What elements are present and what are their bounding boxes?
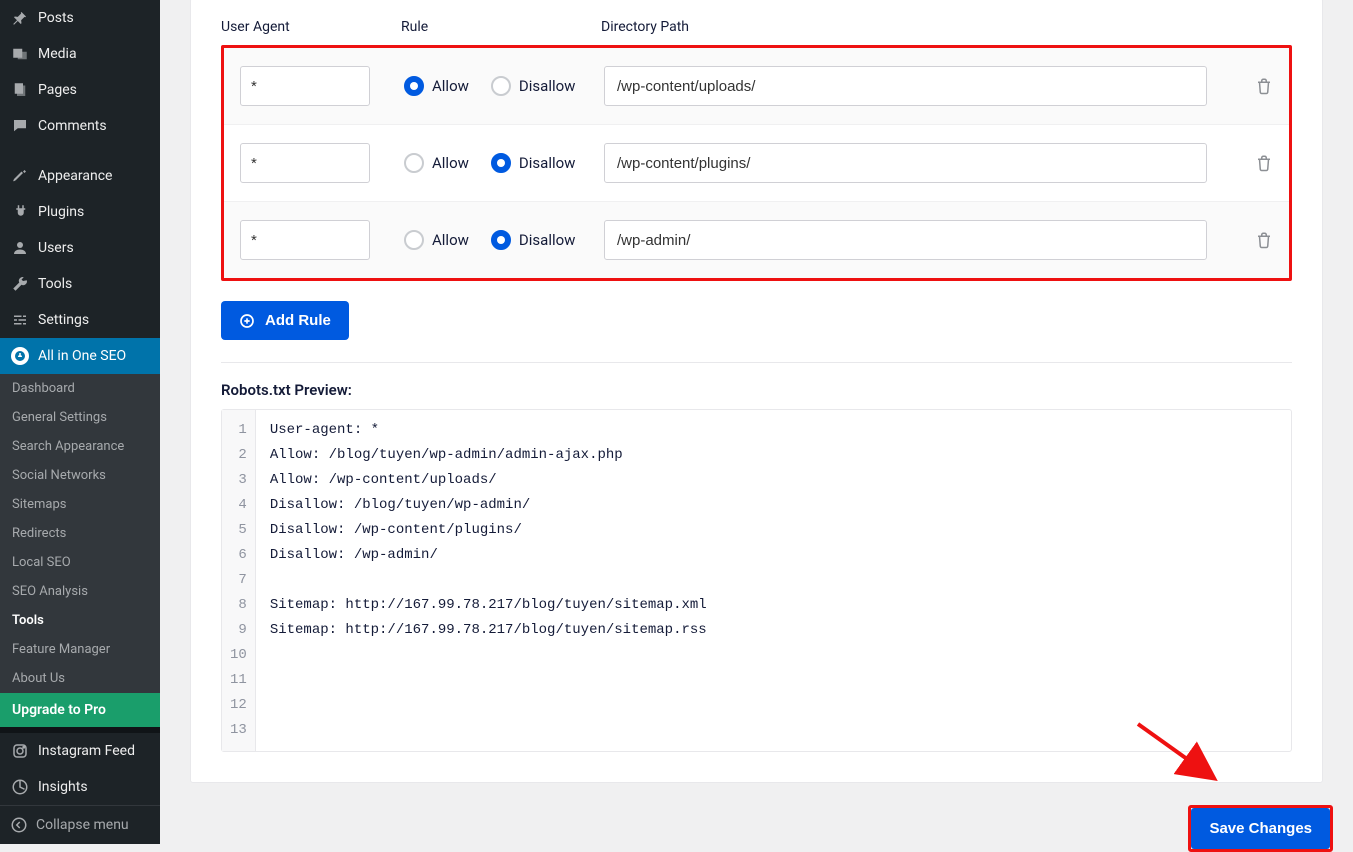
nav-label: Posts: [38, 10, 74, 26]
rule-allow-radio[interactable]: Allow: [404, 153, 469, 173]
nav-pages[interactable]: Pages: [0, 72, 160, 108]
nav-label: All in One SEO: [38, 348, 126, 364]
nav-label: Users: [38, 240, 74, 256]
robots-card: User Agent Rule Directory Path Allow Disa…: [190, 0, 1323, 783]
insights-icon: [10, 777, 30, 797]
rule-disallow-radio[interactable]: Disallow: [491, 76, 576, 96]
submenu-item[interactable]: Feature Manager: [0, 635, 160, 664]
rule-allow-radio[interactable]: Allow: [404, 76, 469, 96]
rule-row: Allow Disallow: [224, 124, 1289, 201]
submenu-item[interactable]: Local SEO: [0, 548, 160, 577]
sliders-icon: [10, 310, 30, 330]
nav-label: Comments: [38, 118, 107, 134]
submenu-item[interactable]: Search Appearance: [0, 432, 160, 461]
rule-disallow-radio[interactable]: Disallow: [491, 153, 576, 173]
nav-instagram-feed[interactable]: Instagram Feed: [0, 733, 160, 769]
line-gutter: 12345678910111213: [222, 410, 256, 751]
nav-comments[interactable]: Comments: [0, 108, 160, 144]
add-rule-button[interactable]: Add Rule: [221, 301, 349, 340]
pages-icon: [10, 80, 30, 100]
nav-appearance[interactable]: Appearance: [0, 158, 160, 194]
directory-path-input[interactable]: [604, 143, 1207, 183]
user-agent-input[interactable]: [240, 220, 370, 260]
nav-label: Insights: [38, 779, 88, 795]
robots-preview: 12345678910111213 User-agent: *Allow: /b…: [221, 409, 1292, 752]
nav-posts[interactable]: Posts: [0, 0, 160, 36]
aioseo-submenu: DashboardGeneral SettingsSearch Appearan…: [0, 374, 160, 693]
nav-media[interactable]: Media: [0, 36, 160, 72]
nav-insights[interactable]: Insights: [0, 769, 160, 805]
rules-table-header: User Agent Rule Directory Path: [221, 19, 1292, 45]
nav-aioseo[interactable]: All in One SEO: [0, 338, 160, 374]
collapse-menu[interactable]: Collapse menu: [0, 805, 160, 844]
media-icon: [10, 44, 30, 64]
instagram-icon: [10, 741, 30, 761]
robots-preview-label: Robots.txt Preview:: [221, 381, 1292, 399]
directory-path-input[interactable]: [604, 220, 1207, 260]
user-agent-input[interactable]: [240, 143, 370, 183]
rule-row: Allow Disallow: [224, 48, 1289, 124]
directory-path-input[interactable]: [604, 66, 1207, 106]
rule-allow-radio[interactable]: Allow: [404, 230, 469, 250]
submenu-item[interactable]: Social Networks: [0, 461, 160, 490]
nav-label: Pages: [38, 82, 77, 98]
save-changes-button[interactable]: Save Changes: [1191, 808, 1330, 849]
nav-plugins[interactable]: Plugins: [0, 194, 160, 230]
submenu-item[interactable]: Tools: [0, 606, 160, 635]
rule-row: Allow Disallow: [224, 201, 1289, 278]
save-changes-highlight: Save Changes: [1188, 805, 1333, 852]
collapse-icon: [10, 816, 28, 834]
col-header-rule: Rule: [401, 19, 601, 35]
nav-settings[interactable]: Settings: [0, 302, 160, 338]
nav-label: Plugins: [38, 204, 84, 220]
pin-icon: [10, 8, 30, 28]
submenu-item[interactable]: About Us: [0, 664, 160, 693]
submenu-item[interactable]: Redirects: [0, 519, 160, 548]
delete-rule-button[interactable]: [1239, 77, 1289, 95]
brush-icon: [10, 166, 30, 186]
nav-users[interactable]: Users: [0, 230, 160, 266]
nav-label: Media: [38, 46, 77, 62]
nav-label: Settings: [38, 312, 89, 328]
submenu-item[interactable]: General Settings: [0, 403, 160, 432]
submenu-item[interactable]: Sitemaps: [0, 490, 160, 519]
upgrade-to-pro[interactable]: Upgrade to Pro: [0, 693, 160, 727]
collapse-label: Collapse menu: [36, 817, 129, 833]
user-icon: [10, 238, 30, 258]
delete-rule-button[interactable]: [1239, 231, 1289, 249]
aioseo-icon: [10, 346, 30, 366]
code-lines: User-agent: *Allow: /blog/tuyen/wp-admin…: [256, 410, 721, 751]
delete-rule-button[interactable]: [1239, 154, 1289, 172]
nav-label: Tools: [38, 276, 72, 292]
nav-label: Instagram Feed: [38, 743, 135, 759]
col-header-user-agent: User Agent: [221, 19, 401, 35]
submenu-item[interactable]: Dashboard: [0, 374, 160, 403]
plus-circle-icon: [239, 313, 255, 329]
user-agent-input[interactable]: [240, 66, 370, 106]
admin-sidebar: Posts Media Pages Comments Appearance Pl…: [0, 0, 160, 844]
col-header-directory-path: Directory Path: [601, 19, 1242, 35]
main-content: User Agent Rule Directory Path Allow Disa…: [160, 0, 1353, 844]
add-rule-label: Add Rule: [265, 312, 331, 329]
rules-highlight: Allow Disallow Allow Disallow Allow Disallow: [221, 45, 1292, 281]
nav-label: Appearance: [38, 168, 112, 184]
comments-icon: [10, 116, 30, 136]
rule-disallow-radio[interactable]: Disallow: [491, 230, 576, 250]
submenu-item[interactable]: SEO Analysis: [0, 577, 160, 606]
plug-icon: [10, 202, 30, 222]
wrench-icon: [10, 274, 30, 294]
nav-tools[interactable]: Tools: [0, 266, 160, 302]
